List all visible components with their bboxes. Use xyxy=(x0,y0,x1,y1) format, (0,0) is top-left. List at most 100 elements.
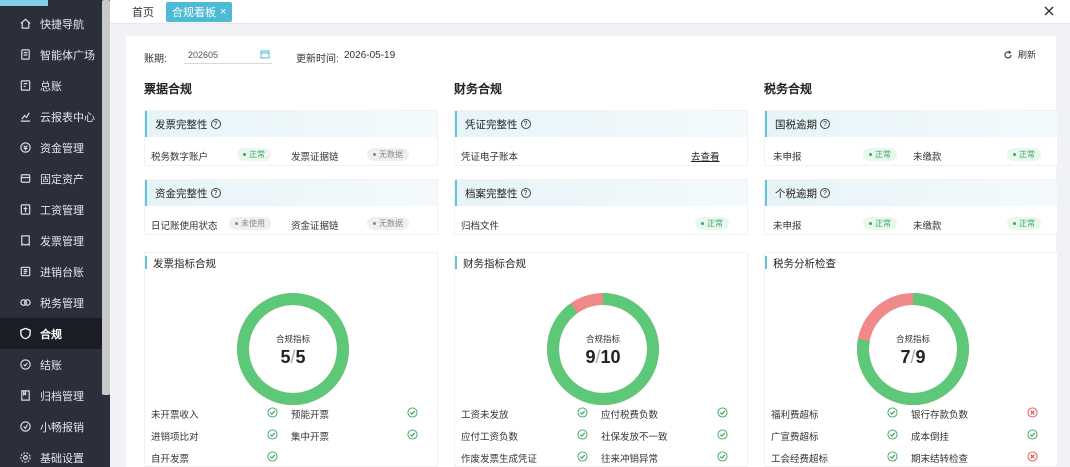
refresh-icon xyxy=(1004,50,1012,59)
status-badge: 无数据 xyxy=(367,217,409,230)
help-icon[interactable]: ? xyxy=(210,119,221,129)
help-icon[interactable]: ? xyxy=(820,188,830,198)
check-circle-icon xyxy=(887,428,898,440)
sidebar-item-compliance[interactable]: 合规 xyxy=(0,318,102,349)
indicator-label: 应付税费负数 xyxy=(601,410,659,421)
reimburse-icon xyxy=(18,420,32,434)
check-circle-icon xyxy=(577,428,588,440)
row-label: 日记账使用状态 xyxy=(151,221,218,232)
view-link[interactable]: 去查看 xyxy=(691,149,720,163)
check-circle-icon xyxy=(577,450,588,462)
period-picker[interactable]: 202605 xyxy=(184,46,272,64)
indicator-label: 未开票收入 xyxy=(151,410,199,421)
help-icon[interactable]: ? xyxy=(520,119,531,129)
check-circle-icon xyxy=(407,406,418,418)
error-circle-icon xyxy=(1027,450,1038,462)
compliance-score: 7/9 xyxy=(853,347,973,368)
archive-icon xyxy=(18,389,32,403)
sidebar-item-invoice[interactable]: 发票管理 xyxy=(0,225,102,256)
card-header: 资金完整性? xyxy=(145,180,437,206)
sidebar-item-label: 云报表中心 xyxy=(40,111,95,124)
card-title: 发票指标合规 xyxy=(153,258,216,270)
sidebar-item-tax[interactable]: 税务管理 xyxy=(0,287,102,318)
card-title: 凭证完整性 xyxy=(465,118,518,131)
sidebar-item-label: 快捷导航 xyxy=(40,18,84,31)
help-icon[interactable]: ? xyxy=(820,119,830,129)
sidebar-item-agent-plaza[interactable]: 智能体广场 xyxy=(0,39,102,70)
card-title: 资金完整性 xyxy=(155,187,208,200)
checkout-icon xyxy=(18,358,32,372)
indicator-label: 福利费超标 xyxy=(771,410,819,421)
column-title-finance: 财务合规 xyxy=(454,82,503,96)
check-circle-icon xyxy=(717,428,728,440)
tab-close-icon[interactable]: × xyxy=(220,6,226,18)
sidebar-item-archive[interactable]: 归档管理 xyxy=(0,380,102,411)
card-title: 税务分析检查 xyxy=(773,258,836,270)
tab-label: 合规看板 xyxy=(172,7,216,19)
sidebar-item-settings[interactable]: 基础设置 xyxy=(0,442,102,467)
sidebar-item-trade-ledger[interactable]: 进销台账 xyxy=(0,256,102,287)
tab-home[interactable]: 首页 xyxy=(126,2,160,22)
indicator-label: 应付工资负数 xyxy=(461,432,519,443)
refresh-button[interactable]: 刷新 xyxy=(1003,48,1036,61)
row-label: 未申报 xyxy=(773,152,802,163)
sidebar-scrollbar[interactable] xyxy=(102,0,110,395)
status-badge: 无数据 xyxy=(367,148,409,161)
indicator-label: 往来冲销异常 xyxy=(601,454,659,465)
row-label: 归档文件 xyxy=(461,221,500,232)
indicator-label: 成本倒挂 xyxy=(911,432,950,443)
indicator-label: 广宣费超标 xyxy=(771,432,819,443)
donut-caption: 合规指标 xyxy=(585,334,620,344)
tab-bar: 首页 合规看板 × xyxy=(110,0,1070,24)
check-circle-icon xyxy=(267,406,278,418)
status-badge: 正常 xyxy=(237,148,271,161)
check-circle-icon xyxy=(887,406,898,418)
sidebar-item-label: 固定资产 xyxy=(40,173,84,186)
period-label: 账期: xyxy=(144,54,167,65)
card-title: 档案完整性 xyxy=(465,187,518,200)
status-badge: 未使用 xyxy=(229,217,271,230)
indicator-label: 作废发票生成凭证 xyxy=(461,454,538,465)
row-label: 资金证据链 xyxy=(291,221,339,232)
donut-center: 合规指标 5/5 xyxy=(233,333,353,368)
indicator-label: 自开发票 xyxy=(151,454,190,465)
sidebar-item-report-center[interactable]: 云报表中心 xyxy=(0,101,102,132)
indicator-label: 工会经费超标 xyxy=(771,454,829,465)
status-badge: 正常 xyxy=(863,217,897,230)
card-title: 财务指标合规 xyxy=(463,258,526,270)
sidebar-top-accent xyxy=(0,0,48,6)
tab-compliance-board[interactable]: 合规看板 × xyxy=(166,2,233,22)
check-circle-icon xyxy=(577,406,588,418)
score-total: 9 xyxy=(915,347,926,367)
check-circle-icon xyxy=(407,428,418,440)
status-badge: 正常 xyxy=(1007,148,1041,161)
status-badge: 正常 xyxy=(863,148,897,161)
help-icon[interactable]: ? xyxy=(520,188,531,198)
sidebar-item-quick-nav[interactable]: 快捷导航 xyxy=(0,8,102,39)
sidebar-item-ledger[interactable]: 总账 xyxy=(0,70,102,101)
row-label: 税务数字账户 xyxy=(151,152,209,163)
card-invoice-integrity: 发票完整性? 税务数字账户 正常 发票证据链 无数据 xyxy=(144,110,438,166)
check-circle-icon xyxy=(887,450,898,462)
score-passed: 9 xyxy=(585,347,596,367)
sidebar-item-label: 基础设置 xyxy=(40,452,84,465)
check-circle-icon xyxy=(267,428,278,440)
column-title-tax: 税务合规 xyxy=(764,82,813,96)
sidebar-item-label: 智能体广场 xyxy=(40,49,95,62)
card-voucher-integrity: 凭证完整性? 凭证电子账本 去查看 xyxy=(454,110,748,166)
update-time-value: 2026-05-19 xyxy=(344,50,396,61)
close-icon[interactable] xyxy=(1042,4,1056,18)
card-header: 凭证完整性? xyxy=(455,111,747,137)
sidebar-item-checkout[interactable]: 结账 xyxy=(0,349,102,380)
sidebar-item-fund[interactable]: 资金管理 xyxy=(0,132,102,163)
card-title: 发票完整性 xyxy=(155,118,208,131)
sidebar-item-fixed-asset[interactable]: 固定资产 xyxy=(0,163,102,194)
donut-caption: 合规指标 xyxy=(895,334,930,344)
sidebar-item-reimburse[interactable]: 小畅报销 xyxy=(0,411,102,442)
donut-center: 合规指标 9/10 xyxy=(543,333,663,368)
help-icon[interactable]: ? xyxy=(210,188,221,198)
indicator-label: 社保发放不一致 xyxy=(601,432,668,443)
score-passed: 5 xyxy=(280,347,291,367)
card-header: 国税逾期? xyxy=(765,111,1057,137)
sidebar-item-salary[interactable]: 工资管理 xyxy=(0,194,102,225)
